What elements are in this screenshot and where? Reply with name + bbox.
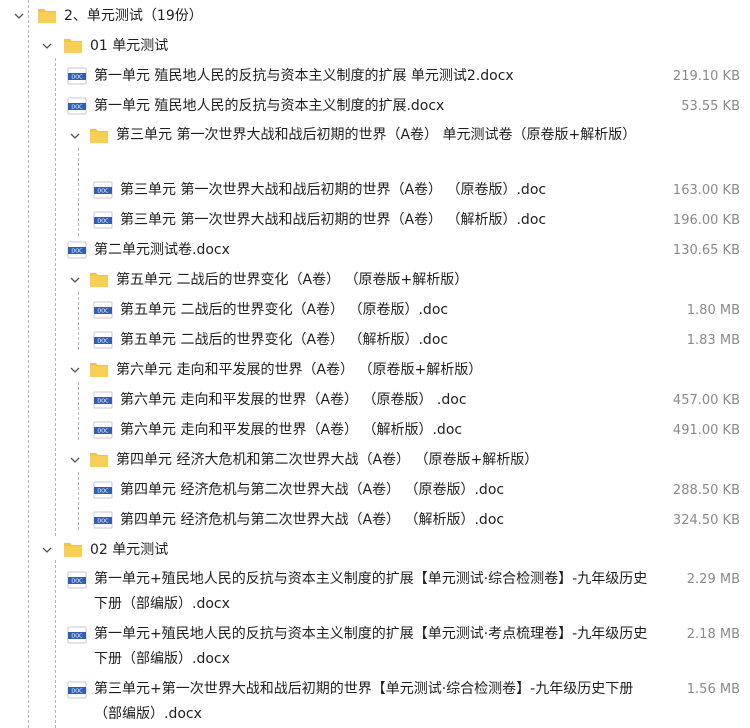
file-size: 2.29 MB: [686, 572, 740, 587]
file-tree: 2、单元测试（19份） 01 单元测试 DOC 第一单元 殖民地人民的反抗与资本…: [0, 0, 750, 728]
folder-icon: [89, 126, 109, 148]
doc-icon: DOC: [67, 241, 87, 263]
doc-icon: DOC: [93, 181, 113, 203]
folder-label: 02 单元测试: [90, 542, 169, 558]
file-size: 2.18 MB: [686, 627, 740, 642]
tree-row-file[interactable]: DOC 第六单元 走向和平发展的世界（A卷） （解析版）.doc 491.00 …: [0, 416, 750, 446]
file-size: 1.56 MB: [686, 682, 740, 697]
tree-row-file[interactable]: DOC 第五单元 二战后的世界变化（A卷） （解析版）.doc 1.83 MB: [0, 326, 750, 356]
file-size: 491.00 KB: [672, 423, 740, 438]
doc-icon: DOC: [93, 511, 113, 533]
chevron-down-icon[interactable]: [42, 545, 52, 555]
chevron-down-icon[interactable]: [42, 41, 52, 51]
folder-icon: [89, 270, 109, 292]
file-size: 219.10 KB: [672, 69, 740, 84]
file-size: 53.55 KB: [681, 99, 740, 114]
file-label: 第三单元 第一次世界大战和战后初期的世界（A卷） （解析版）.doc: [120, 212, 547, 228]
tree-row-file[interactable]: DOC 第四单元 经济危机与第二次世界大战（A卷） （解析版）.doc 324.…: [0, 506, 750, 536]
doc-icon: DOC: [93, 391, 113, 413]
file-size: 1.80 MB: [686, 303, 740, 318]
file-size: 288.50 KB: [672, 483, 740, 498]
svg-text:DOC: DOC: [97, 309, 109, 315]
tree-row-folder[interactable]: 第五单元 二战后的世界变化（A卷） （原卷版+解析版）: [0, 266, 750, 296]
file-label: 第五单元 二战后的世界变化（A卷） （原卷版）.doc: [120, 302, 449, 318]
chevron-down-icon[interactable]: [70, 365, 80, 375]
folder-icon: [89, 360, 109, 382]
svg-text:DOC: DOC: [71, 634, 83, 640]
chevron-down-icon[interactable]: [14, 11, 24, 21]
file-label: 第一单元 殖民地人民的反抗与资本主义制度的扩展 单元测试2.docx: [94, 68, 514, 84]
doc-icon: DOC: [93, 211, 113, 233]
file-label: 第四单元 经济危机与第二次世界大战（A卷） （解析版）.doc: [120, 512, 505, 528]
svg-text:DOC: DOC: [71, 689, 83, 695]
tree-row-folder[interactable]: 第三单元 第一次世界大战和战后初期的世界（A卷） 单元测试卷（原卷版+解析版）: [0, 122, 750, 174]
file-label: 第六单元 走向和平发展的世界（A卷） （原卷版） .doc: [120, 392, 467, 408]
svg-text:DOC: DOC: [97, 489, 109, 495]
tree-row-file[interactable]: DOC 第一单元 殖民地人民的反抗与资本主义制度的扩展.docx 53.55 K…: [0, 92, 750, 122]
doc-icon: DOC: [93, 331, 113, 353]
doc-icon: DOC: [67, 681, 87, 703]
file-label: 第四单元 经济危机与第二次世界大战（A卷） （原卷版）.doc: [120, 482, 505, 498]
file-size: 324.50 KB: [672, 513, 740, 528]
folder-icon: [63, 36, 83, 58]
doc-icon: DOC: [93, 481, 113, 503]
tree-row-file[interactable]: DOC 第三单元+第一次世界大战和战后初期的世界【单元测试·综合检测卷】-九年级…: [0, 676, 750, 728]
file-label: 第三单元 第一次世界大战和战后初期的世界（A卷） （原卷版）.doc: [120, 182, 547, 198]
file-label: 第二单元测试卷.docx: [94, 242, 230, 258]
chevron-down-icon[interactable]: [70, 131, 80, 141]
tree-row-file[interactable]: DOC 第五单元 二战后的世界变化（A卷） （原卷版）.doc 1.80 MB: [0, 296, 750, 326]
svg-text:DOC: DOC: [71, 75, 83, 81]
doc-icon: DOC: [93, 421, 113, 443]
svg-text:DOC: DOC: [97, 429, 109, 435]
file-size: 457.00 KB: [672, 393, 740, 408]
svg-text:DOC: DOC: [97, 519, 109, 525]
tree-row-file[interactable]: DOC 第一单元 殖民地人民的反抗与资本主义制度的扩展 单元测试2.docx 2…: [0, 62, 750, 92]
file-size: 163.00 KB: [672, 183, 740, 198]
file-size: 196.00 KB: [672, 213, 740, 228]
folder-icon: [63, 540, 83, 562]
file-label: 第三单元+第一次世界大战和战后初期的世界【单元测试·综合检测卷】-九年级历史下册…: [94, 681, 634, 722]
svg-text:DOC: DOC: [71, 249, 83, 255]
svg-text:DOC: DOC: [97, 339, 109, 345]
svg-text:DOC: DOC: [97, 189, 109, 195]
folder-label: 01 单元测试: [90, 38, 169, 54]
tree-row-folder[interactable]: 2、单元测试（19份）: [0, 2, 750, 32]
chevron-down-icon[interactable]: [70, 275, 80, 285]
folder-label: 第五单元 二战后的世界变化（A卷） （原卷版+解析版）: [116, 272, 469, 288]
svg-text:DOC: DOC: [71, 579, 83, 585]
tree-row-file[interactable]: DOC 第三单元 第一次世界大战和战后初期的世界（A卷） （解析版）.doc 1…: [0, 206, 750, 236]
file-label: 第六单元 走向和平发展的世界（A卷） （解析版）.doc: [120, 422, 463, 438]
doc-icon: DOC: [67, 626, 87, 648]
tree-row-file[interactable]: DOC 第三单元 第一次世界大战和战后初期的世界（A卷） （原卷版）.doc 1…: [0, 176, 750, 206]
svg-text:DOC: DOC: [97, 399, 109, 405]
tree-row-file[interactable]: DOC 第四单元 经济危机与第二次世界大战（A卷） （原卷版）.doc 288.…: [0, 476, 750, 506]
tree-row-file[interactable]: DOC 第一单元+殖民地人民的反抗与资本主义制度的扩展【单元测试·综合检测卷】-…: [0, 566, 750, 621]
svg-text:DOC: DOC: [97, 219, 109, 225]
folder-icon: [89, 450, 109, 472]
svg-text:DOC: DOC: [71, 105, 83, 111]
file-label: 第一单元 殖民地人民的反抗与资本主义制度的扩展.docx: [94, 98, 445, 114]
tree-row-file[interactable]: DOC 第二单元测试卷.docx 130.65 KB: [0, 236, 750, 266]
file-size: 130.65 KB: [672, 243, 740, 258]
chevron-down-icon[interactable]: [70, 455, 80, 465]
file-size: 1.83 MB: [686, 333, 740, 348]
doc-icon: DOC: [67, 571, 87, 593]
tree-row-folder[interactable]: 02 单元测试: [0, 536, 750, 566]
tree-row-file[interactable]: DOC 第六单元 走向和平发展的世界（A卷） （原卷版） .doc 457.00…: [0, 386, 750, 416]
folder-icon: [37, 6, 57, 28]
folder-label: 第三单元 第一次世界大战和战后初期的世界（A卷） 单元测试卷（原卷版+解析版）: [116, 127, 637, 143]
doc-icon: DOC: [93, 301, 113, 323]
doc-icon: DOC: [67, 97, 87, 119]
tree-row-folder[interactable]: 第四单元 经济大危机和第二次世界大战（A卷） （原卷版+解析版）: [0, 446, 750, 476]
tree-row-file[interactable]: DOC 第一单元+殖民地人民的反抗与资本主义制度的扩展【单元测试·考点梳理卷】-…: [0, 621, 750, 676]
file-label: 第五单元 二战后的世界变化（A卷） （解析版）.doc: [120, 332, 449, 348]
doc-icon: DOC: [67, 67, 87, 89]
tree-row-folder[interactable]: 01 单元测试: [0, 32, 750, 62]
folder-label: 第四单元 经济大危机和第二次世界大战（A卷） （原卷版+解析版）: [116, 452, 539, 468]
tree-row-folder[interactable]: 第六单元 走向和平发展的世界（A卷） （原卷版+解析版）: [0, 356, 750, 386]
folder-label: 第六单元 走向和平发展的世界（A卷） （原卷版+解析版）: [116, 362, 483, 378]
file-label: 第一单元+殖民地人民的反抗与资本主义制度的扩展【单元测试·考点梳理卷】-九年级历…: [94, 626, 648, 667]
file-label: 第一单元+殖民地人民的反抗与资本主义制度的扩展【单元测试·综合检测卷】-九年级历…: [94, 571, 648, 612]
folder-label: 2、单元测试（19份）: [64, 8, 203, 24]
